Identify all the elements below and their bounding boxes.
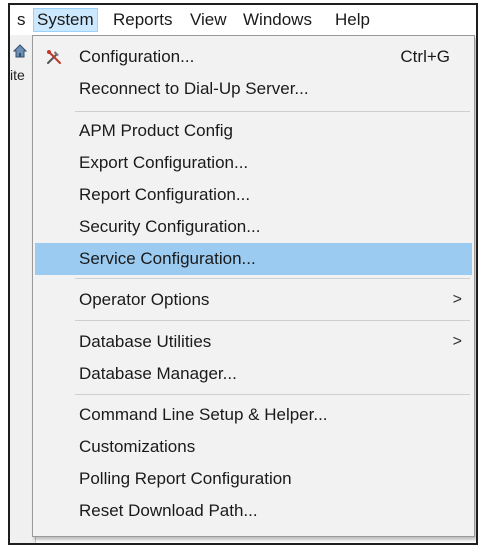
menu-view[interactable]: View	[187, 8, 230, 32]
menu-item-label: Operator Options	[79, 290, 210, 309]
menu-item-polling-report-configuration[interactable]: Polling Report Configuration	[35, 463, 472, 495]
submenu-arrow-icon: >	[452, 333, 462, 350]
menu-item-apm-product-config[interactable]: APM Product Config	[35, 115, 472, 147]
menu-separator	[75, 394, 470, 395]
menu-item-label: Database Manager...	[79, 364, 237, 383]
system-menu-dropdown: Configuration... Ctrl+G Reconnect to Dia…	[32, 35, 475, 537]
menu-tools-partial[interactable]: s	[14, 8, 29, 32]
menu-item-label: Database Utilities	[79, 332, 212, 351]
menu-item-shortcut: Ctrl+G	[400, 47, 450, 66]
menu-item-database-manager[interactable]: Database Manager...	[35, 358, 472, 390]
menu-item-label: Polling Report Configuration	[79, 469, 292, 488]
menu-separator	[75, 278, 470, 279]
left-toolbar-label: ite	[10, 67, 25, 83]
menu-help[interactable]: Help	[332, 8, 373, 32]
menu-item-configuration[interactable]: Configuration... Ctrl+G	[35, 41, 472, 73]
menu-item-database-utilities[interactable]: Database Utilities >	[35, 326, 472, 358]
menu-item-security-configuration[interactable]: Security Configuration...	[35, 211, 472, 243]
menu-reports[interactable]: Reports	[110, 8, 176, 32]
menu-item-label: APM Product Config	[79, 121, 234, 140]
menu-item-service-configuration[interactable]: Service Configuration...	[35, 243, 472, 275]
home-icon[interactable]	[12, 43, 28, 59]
menu-system[interactable]: System	[33, 8, 98, 32]
menu-item-label: Reconnect to Dial-Up Server...	[79, 79, 309, 98]
menu-item-command-line-setup[interactable]: Command Line Setup & Helper...	[35, 399, 472, 431]
menu-separator	[75, 111, 470, 112]
menu-bar: s System Reports View Windows Help	[10, 5, 476, 35]
menu-separator	[75, 320, 470, 321]
tools-icon	[47, 50, 61, 64]
app-window: s System Reports View Windows Help ite C…	[8, 3, 478, 545]
menu-item-operator-options[interactable]: Operator Options >	[35, 284, 472, 316]
menu-item-report-configuration[interactable]: Report Configuration...	[35, 179, 472, 211]
menu-item-label: Reset Download Path...	[79, 501, 258, 520]
menu-item-customizations[interactable]: Customizations	[35, 431, 472, 463]
menu-item-label: Security Configuration...	[79, 217, 261, 236]
menu-item-reconnect-dialup[interactable]: Reconnect to Dial-Up Server...	[35, 73, 472, 105]
submenu-arrow-icon: >	[452, 291, 462, 308]
menu-windows[interactable]: Windows	[240, 8, 315, 32]
menu-item-label: Customizations	[79, 437, 196, 456]
menu-item-reset-download-path[interactable]: Reset Download Path...	[35, 495, 472, 527]
menu-item-label: Command Line Setup & Helper...	[79, 405, 328, 424]
menu-item-label: Service Configuration...	[79, 249, 256, 268]
menu-item-label: Configuration...	[79, 47, 195, 66]
menu-item-label: Export Configuration...	[79, 153, 249, 172]
menu-item-label: Report Configuration...	[79, 185, 251, 204]
menu-item-export-configuration[interactable]: Export Configuration...	[35, 147, 472, 179]
